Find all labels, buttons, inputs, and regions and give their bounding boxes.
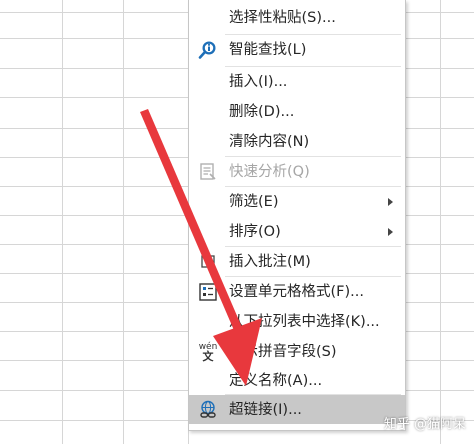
menu-item-label: 插入(I)... <box>229 74 288 90</box>
smart-lookup-icon <box>197 40 219 60</box>
hyperlink-item[interactable]: 超链接(I)... <box>189 395 405 424</box>
menu-item-label: 超链接(I)... <box>229 402 302 418</box>
menu-item-label: 排序(O) <box>229 224 281 240</box>
delete-item[interactable]: 删除(D)... <box>189 97 405 127</box>
show-phonetic-item[interactable]: wén 文 显示拼音字段(S) <box>189 337 405 367</box>
column-divider <box>123 0 124 444</box>
menu-item-label: 筛选(E) <box>229 194 279 210</box>
clear-contents-item[interactable]: 清除内容(N) <box>189 127 405 157</box>
context-menu: 选择性粘贴(S)... 智能查找(L) 插入(I)... 删除(D)... 清除… <box>188 0 406 431</box>
column-divider <box>440 0 441 444</box>
quick-analysis-item[interactable]: 快速分析(Q) <box>189 157 405 187</box>
sort-item[interactable]: 排序(O) <box>189 217 405 247</box>
menu-item-label: 删除(D)... <box>229 104 295 120</box>
pick-from-dropdown-item[interactable]: 从下拉列表中选择(K)... <box>189 307 405 337</box>
menu-item-label: 智能查找(L) <box>229 42 307 58</box>
menu-item-label: 显示拼音字段(S) <box>229 344 337 360</box>
menu-item-label: 从下拉列表中选择(K)... <box>229 314 380 330</box>
format-cells-item[interactable]: 设置单元格格式(F)... <box>189 277 405 307</box>
phonetic-icon: wén 文 <box>197 342 219 363</box>
smart-lookup-item[interactable]: 智能查找(L) <box>189 35 405 65</box>
paste-special-item[interactable]: 选择性粘贴(S)... <box>189 3 405 33</box>
menu-item-label: 快速分析(Q) <box>229 164 310 180</box>
column-divider <box>62 0 63 444</box>
format-cells-icon <box>197 282 219 302</box>
define-name-item[interactable]: 定义名称(A)... <box>189 366 405 396</box>
menu-item-label: 设置单元格格式(F)... <box>229 284 364 300</box>
menu-item-label: 选择性粘贴(S)... <box>229 10 336 26</box>
menu-item-label: 清除内容(N) <box>229 134 310 150</box>
quick-analysis-icon <box>197 162 219 182</box>
insert-comment-item[interactable]: 插入批注(M) <box>189 247 405 277</box>
watermark: 知乎 @猫阿呆 <box>383 417 466 432</box>
hyperlink-icon <box>197 400 219 420</box>
menu-item-label: 插入批注(M) <box>229 254 311 270</box>
submenu-arrow-icon <box>388 228 393 236</box>
comment-icon <box>197 252 219 272</box>
insert-item[interactable]: 插入(I)... <box>189 67 405 97</box>
filter-item[interactable]: 筛选(E) <box>189 187 405 217</box>
phonetic-icon-bottom: 文 <box>202 350 214 363</box>
submenu-arrow-icon <box>388 198 393 206</box>
menu-item-label: 定义名称(A)... <box>229 373 323 389</box>
